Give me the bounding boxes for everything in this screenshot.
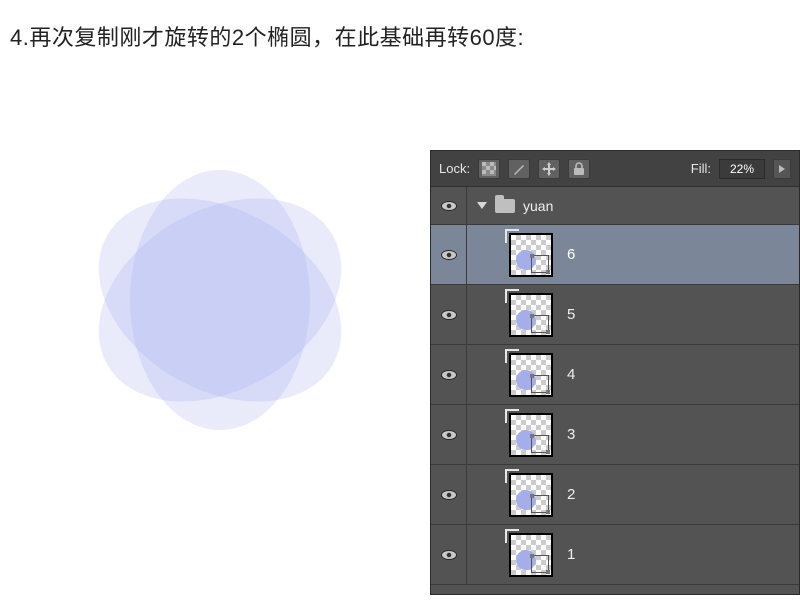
layer-thumbnail[interactable] — [509, 293, 553, 337]
folder-icon — [495, 199, 515, 213]
document-canvas — [70, 150, 370, 450]
instruction-text: 4.再次复制刚才旋转的2个椭圆，在此基础再转60度: — [10, 20, 524, 52]
selection-corner-icon — [505, 409, 519, 423]
layer-name-label[interactable]: 3 — [567, 426, 575, 443]
layer-row[interactable]: 1 — [431, 525, 799, 585]
lock-transparency-button[interactable] — [478, 159, 500, 179]
visibility-toggle[interactable] — [431, 345, 467, 404]
lock-all-button[interactable] — [568, 159, 590, 179]
selection-corner-icon — [505, 289, 519, 303]
brush-icon — [512, 162, 526, 176]
layer-thumbnail[interactable] — [509, 413, 553, 457]
selection-corner-icon — [505, 529, 519, 543]
vector-badge-icon — [531, 435, 549, 453]
layers-list: yuan 6 5 4 3 2 1 — [431, 187, 799, 585]
layer-name-label[interactable]: 6 — [567, 246, 575, 263]
layer-row[interactable]: 6 — [431, 225, 799, 285]
layer-group-row[interactable]: yuan — [431, 187, 799, 225]
layer-thumbnail[interactable] — [509, 473, 553, 517]
eye-icon — [441, 550, 457, 560]
visibility-toggle[interactable] — [431, 187, 467, 224]
selection-corner-icon — [505, 469, 519, 483]
eye-icon — [441, 430, 457, 440]
layer-row[interactable]: 2 — [431, 465, 799, 525]
eye-icon — [441, 310, 457, 320]
layer-thumbnail[interactable] — [509, 233, 553, 277]
vector-badge-icon — [531, 555, 549, 573]
layer-thumbnail[interactable] — [509, 353, 553, 397]
visibility-toggle[interactable] — [431, 285, 467, 344]
lock-position-button[interactable] — [538, 159, 560, 179]
visibility-toggle[interactable] — [431, 225, 467, 284]
move-icon — [541, 161, 557, 177]
fill-value-input[interactable]: 22% — [719, 159, 765, 179]
checker-icon — [482, 162, 496, 176]
selection-corner-icon — [505, 349, 519, 363]
lock-brush-button[interactable] — [508, 159, 530, 179]
layer-row[interactable]: 4 — [431, 345, 799, 405]
eye-icon — [441, 490, 457, 500]
layer-row[interactable]: 3 — [431, 405, 799, 465]
layer-name-label[interactable]: 1 — [567, 546, 575, 563]
chevron-right-icon — [778, 164, 786, 174]
visibility-toggle[interactable] — [431, 405, 467, 464]
layer-lock-toolbar: Lock: Fill: 22% — [431, 151, 799, 187]
fill-dropdown-button[interactable] — [773, 159, 791, 179]
vector-badge-icon — [531, 375, 549, 393]
fill-label: Fill: — [691, 161, 711, 176]
layer-name-label[interactable]: 2 — [567, 486, 575, 503]
eye-icon — [441, 201, 457, 211]
layer-row[interactable]: 5 — [431, 285, 799, 345]
layer-name-label[interactable]: 5 — [567, 306, 575, 323]
group-expand-toggle[interactable] — [477, 202, 487, 209]
lock-label: Lock: — [439, 161, 470, 176]
vector-badge-icon — [531, 315, 549, 333]
selection-corner-icon — [505, 229, 519, 243]
eye-icon — [441, 370, 457, 380]
layer-thumbnail[interactable] — [509, 533, 553, 577]
visibility-toggle[interactable] — [431, 465, 467, 524]
layers-panel: Lock: Fill: 22% — [430, 150, 800, 595]
visibility-toggle[interactable] — [431, 525, 467, 584]
eye-icon — [441, 250, 457, 260]
layer-name-label[interactable]: 4 — [567, 366, 575, 383]
lock-icon — [573, 162, 585, 176]
group-name-label[interactable]: yuan — [523, 198, 553, 214]
vector-badge-icon — [531, 255, 549, 273]
vector-badge-icon — [531, 495, 549, 513]
